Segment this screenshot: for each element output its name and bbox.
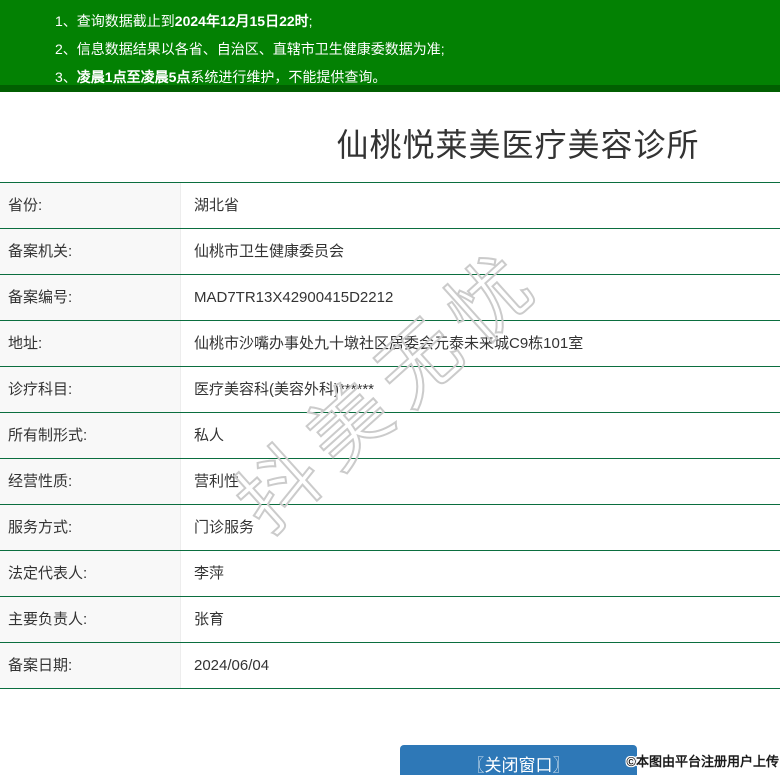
- field-label: 备案编号:: [0, 275, 181, 320]
- field-label: 主要负责人:: [0, 597, 181, 642]
- field-label: 经营性质:: [0, 459, 181, 504]
- notice-banner: 1、查询数据截止到2024年12月15日22时; 2、信息数据结果以各省、自治区…: [0, 0, 780, 92]
- notice-line-1-bold: 2024年12月15日22时: [174, 13, 309, 29]
- close-window-button[interactable]: 〖关闭窗口〗: [400, 745, 637, 775]
- notice-line-2-text: 2、信息数据结果以各省、自治区、直辖市卫生健康委数据为准;: [55, 41, 445, 57]
- notice-line-1-text: 1、查询数据截止到: [55, 13, 175, 29]
- field-label: 省份:: [0, 183, 181, 228]
- table-row: 法定代表人: 李萍: [0, 551, 780, 597]
- notice-line-3-text: 3、: [55, 69, 77, 85]
- notice-line-3-bold: 凌晨1点至凌晨5点: [76, 69, 191, 85]
- field-value: 营利性: [181, 459, 780, 504]
- table-row: 备案日期: 2024/06/04: [0, 643, 780, 689]
- field-value: 张育: [181, 597, 780, 642]
- table-row: 备案编号: MAD7TR13X42900415D2212: [0, 275, 780, 321]
- table-row: 备案机关: 仙桃市卫生健康委员会: [0, 229, 780, 275]
- field-value: MAD7TR13X42900415D2212: [181, 275, 780, 320]
- table-row: 所有制形式: 私人: [0, 413, 780, 459]
- field-value: 湖北省: [181, 183, 780, 228]
- field-value: 医疗美容科(美容外科)******: [181, 367, 780, 412]
- table-row: 主要负责人: 张育: [0, 597, 780, 643]
- field-label: 服务方式:: [0, 505, 181, 550]
- field-label: 法定代表人:: [0, 551, 181, 596]
- field-label: 备案日期:: [0, 643, 181, 688]
- records-table: 省份: 湖北省 备案机关: 仙桃市卫生健康委员会 备案编号: MAD7TR13X…: [0, 182, 780, 689]
- field-value: 仙桃市沙嘴办事处九十墩社区居委会元泰未来城C9栋101室: [181, 321, 780, 366]
- notice-line-1-post: ;: [308, 13, 313, 29]
- page-title: 仙桃悦莱美医疗美容诊所: [336, 127, 700, 163]
- field-label: 所有制形式:: [0, 413, 181, 458]
- notice-line-2: 2、信息数据结果以各省、自治区、直辖市卫生健康委数据为准;: [55, 35, 780, 63]
- table-row: 服务方式: 门诊服务: [0, 505, 780, 551]
- field-value: 2024/06/04: [181, 643, 780, 688]
- table-row: 省份: 湖北省: [0, 183, 780, 229]
- notice-line-3-post: 系统进行维护，不能提供查询。: [190, 69, 387, 85]
- table-row: 地址: 仙桃市沙嘴办事处九十墩社区居委会元泰未来城C9栋101室: [0, 321, 780, 367]
- field-value: 私人: [181, 413, 780, 458]
- table-row: 经营性质: 营利性: [0, 459, 780, 505]
- notice-line-3: 3、凌晨1点至凌晨5点系统进行维护，不能提供查询。: [55, 63, 780, 91]
- title-area: 仙桃悦莱美医疗美容诊所: [256, 120, 780, 170]
- field-label: 备案机关:: [0, 229, 181, 274]
- table-row: 诊疗科目: 医疗美容科(美容外科)******: [0, 367, 780, 413]
- notice-line-1: 1、查询数据截止到2024年12月15日22时;: [55, 7, 780, 35]
- field-value: 李萍: [181, 551, 780, 596]
- copyright-watermark: ©本图由平台注册用户上传: [626, 754, 779, 769]
- field-value: 仙桃市卫生健康委员会: [181, 229, 780, 274]
- field-label: 诊疗科目:: [0, 367, 181, 412]
- field-value: 门诊服务: [181, 505, 780, 550]
- field-label: 地址:: [0, 321, 181, 366]
